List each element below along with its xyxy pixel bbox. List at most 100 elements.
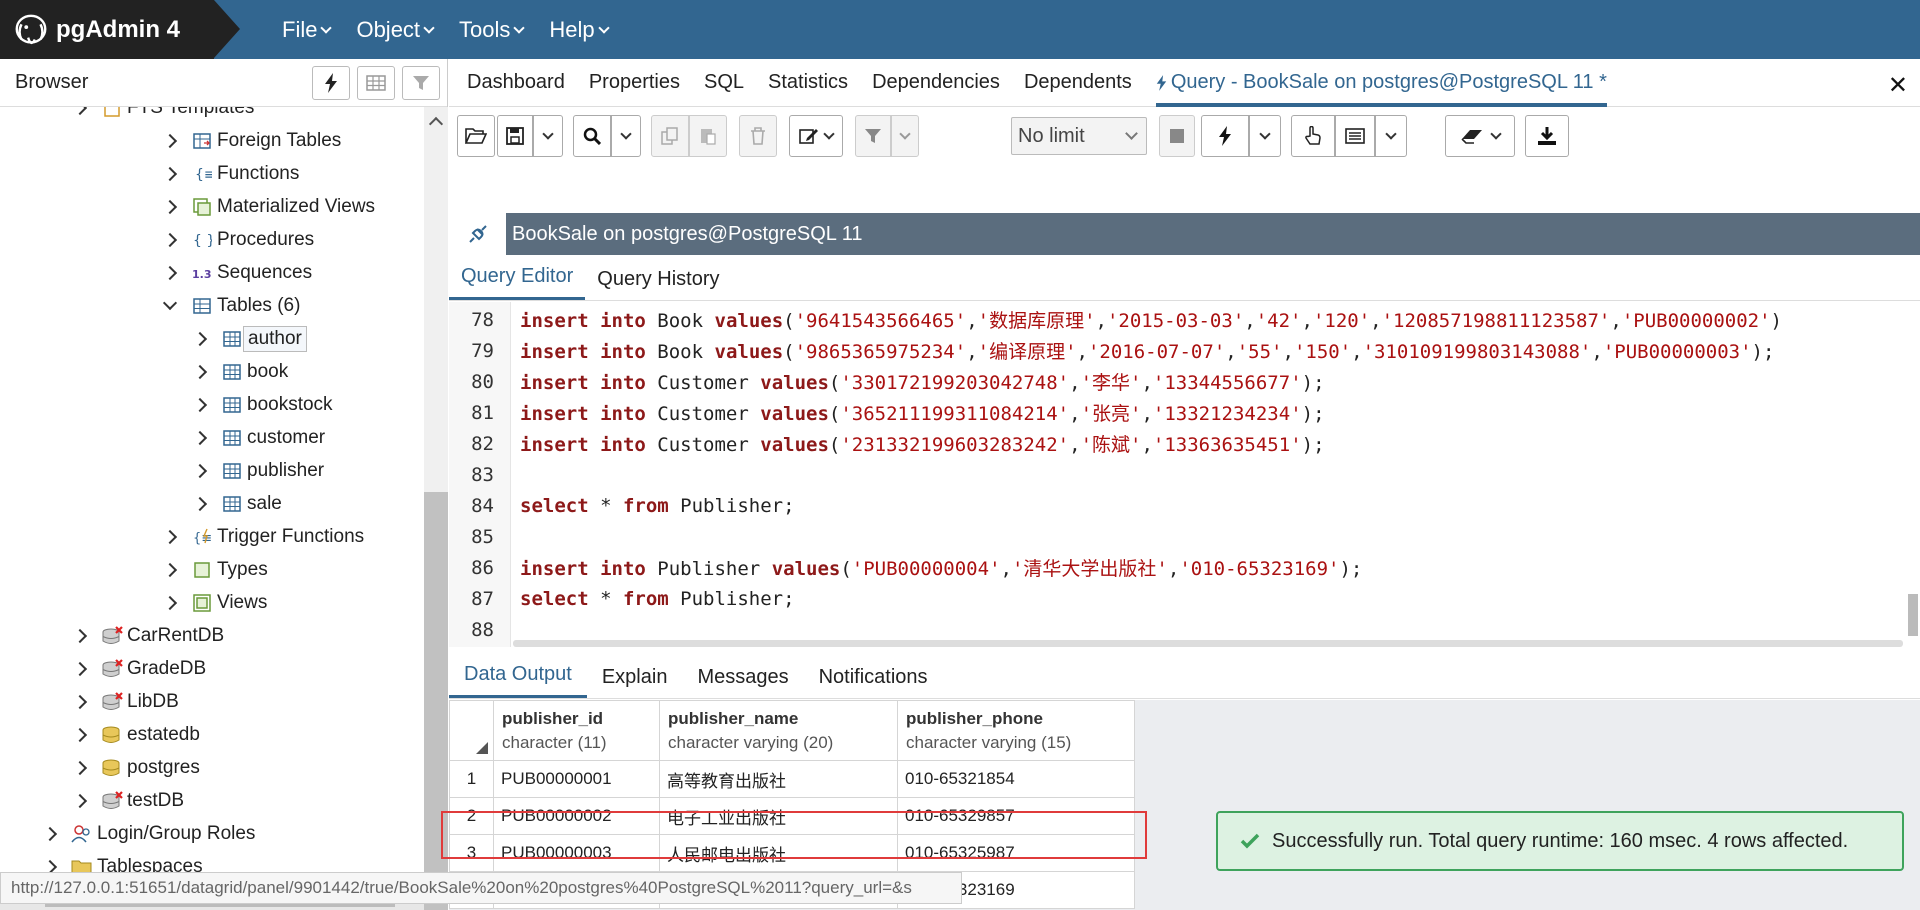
- tree-node[interactable]: author: [192, 322, 307, 355]
- code-line[interactable]: 86 insert into Publisher values('PUB00000…: [449, 552, 1889, 583]
- tree-node[interactable]: CarRentDB: [72, 619, 224, 652]
- open-file-button[interactable]: [457, 115, 495, 157]
- editor-vertical-scrollbar[interactable]: [1908, 594, 1918, 636]
- filter-options-dropdown[interactable]: [891, 115, 919, 157]
- cancel-query-button[interactable]: [1159, 115, 1195, 157]
- chevron-right-icon[interactable]: [72, 661, 88, 676]
- query-tool-button[interactable]: [312, 65, 350, 100]
- clear-button[interactable]: [1445, 115, 1515, 157]
- row-limit-select[interactable]: No limit: [1011, 117, 1147, 155]
- code-line[interactable]: 82 insert into Customer values('231332199…: [449, 428, 1889, 459]
- chevron-right-icon[interactable]: [162, 199, 178, 214]
- tab-explain[interactable]: Explain: [587, 666, 683, 698]
- code-line[interactable]: 87 select * from Publisher;: [449, 583, 1889, 614]
- tree-node[interactable]: customer: [192, 421, 325, 454]
- code-line[interactable]: 80 insert into Customer values('330172199…: [449, 366, 1889, 397]
- tree-node[interactable]: FTS Templates: [72, 107, 254, 124]
- explain-options-dropdown[interactable]: [1375, 115, 1407, 157]
- column-header[interactable]: publisher_name character varying (20): [659, 700, 898, 761]
- tree-node[interactable]: bookstock: [192, 388, 333, 421]
- chevron-right-icon[interactable]: [162, 133, 178, 148]
- tab-statistics[interactable]: Statistics: [768, 59, 848, 107]
- explain-button[interactable]: [1335, 115, 1375, 157]
- tree-node[interactable]: GradeDB: [72, 652, 206, 685]
- tree-node[interactable]: postgres: [72, 751, 200, 784]
- chevron-right-icon[interactable]: [162, 265, 178, 280]
- chevron-right-icon[interactable]: [192, 430, 208, 445]
- chevron-right-icon[interactable]: [192, 397, 208, 412]
- tab-dependents[interactable]: Dependents: [1024, 59, 1132, 107]
- code-line[interactable]: 81 insert into Customer values('365211199…: [449, 397, 1889, 428]
- tree-node[interactable]: {≡} Trigger Functions: [162, 520, 364, 553]
- table-cell[interactable]: PUB00000001: [493, 760, 660, 798]
- chevron-right-icon[interactable]: [72, 793, 88, 808]
- find-options-dropdown[interactable]: [611, 115, 641, 157]
- tree-node[interactable]: { } Procedures: [162, 223, 314, 256]
- tab-query-history[interactable]: Query History: [585, 268, 731, 300]
- close-tab-icon[interactable]: ✕: [1888, 71, 1908, 100]
- download-csv-button[interactable]: [1525, 115, 1569, 157]
- tree-node[interactable]: {≡} Functions: [162, 157, 299, 190]
- find-button[interactable]: [573, 115, 611, 157]
- tree-node[interactable]: Tables (6): [162, 289, 300, 322]
- chevron-right-icon[interactable]: [72, 628, 88, 643]
- tree-node[interactable]: LibDB: [72, 685, 179, 718]
- tree-node[interactable]: sale: [192, 487, 282, 520]
- execute-button[interactable]: [1201, 115, 1249, 157]
- menu-file[interactable]: File: [282, 17, 333, 43]
- tree-node[interactable]: Types: [162, 553, 268, 586]
- connection-status[interactable]: [449, 213, 506, 255]
- view-data-button[interactable]: [357, 65, 395, 100]
- chevron-right-icon[interactable]: [192, 496, 208, 511]
- column-header[interactable]: publisher_id character (11): [493, 700, 660, 761]
- save-file-button[interactable]: [497, 115, 533, 157]
- tab-properties[interactable]: Properties: [589, 59, 680, 107]
- code-line[interactable]: 79 insert into Book values('9865365975234…: [449, 335, 1889, 366]
- select-all-corner[interactable]: [449, 700, 494, 761]
- brand[interactable]: pgAdmin 4: [0, 0, 214, 59]
- chevron-right-icon[interactable]: [162, 166, 178, 181]
- table-cell[interactable]: 010-65321854: [897, 760, 1135, 798]
- paste-button[interactable]: [689, 115, 727, 157]
- chevron-right-icon[interactable]: [192, 463, 208, 478]
- edit-button[interactable]: [789, 115, 843, 157]
- menu-help[interactable]: Help: [549, 17, 610, 43]
- menu-object[interactable]: Object: [356, 17, 435, 43]
- commit-button[interactable]: [1291, 115, 1335, 157]
- code-line[interactable]: 83: [449, 459, 1889, 490]
- copy-button[interactable]: [651, 115, 689, 157]
- tree-node[interactable]: Materialized Views: [162, 190, 375, 223]
- tree-node[interactable]: estatedb: [72, 718, 200, 751]
- chevron-right-icon[interactable]: [162, 529, 178, 544]
- menu-tools[interactable]: Tools: [459, 17, 526, 43]
- chevron-right-icon[interactable]: [72, 727, 88, 742]
- tree-node[interactable]: Views: [162, 586, 267, 619]
- chevron-right-icon[interactable]: [192, 364, 208, 379]
- tree-node[interactable]: book: [192, 355, 288, 388]
- tab-messages[interactable]: Messages: [682, 666, 803, 698]
- chevron-right-icon[interactable]: [72, 694, 88, 709]
- tab-data-output[interactable]: Data Output: [449, 663, 587, 698]
- filter-button[interactable]: [855, 115, 891, 157]
- execute-options-dropdown[interactable]: [1249, 115, 1281, 157]
- save-options-dropdown[interactable]: [533, 115, 563, 157]
- code-line[interactable]: 78 insert into Book values('9641543566465…: [449, 304, 1889, 335]
- tree-node[interactable]: publisher: [192, 454, 324, 487]
- chevron-right-icon[interactable]: [192, 331, 208, 346]
- tree-node[interactable]: 1.3 Sequences: [162, 256, 312, 289]
- tab-dashboard[interactable]: Dashboard: [467, 59, 565, 107]
- scroll-up-icon[interactable]: [428, 116, 444, 132]
- chevron-down-icon[interactable]: [162, 295, 178, 311]
- code-line[interactable]: 88: [449, 614, 1889, 645]
- sql-editor[interactable]: 78 insert into Book values('9641543566465…: [449, 302, 1920, 647]
- filter-rows-button[interactable]: [402, 65, 440, 100]
- tab-query[interactable]: Query - BookSale on postgres@PostgreSQL …: [1155, 59, 1607, 107]
- chevron-right-icon[interactable]: [72, 760, 88, 775]
- chevron-right-icon[interactable]: [72, 107, 88, 115]
- browser-vertical-scrollbar[interactable]: [424, 107, 448, 910]
- success-notification[interactable]: Successfully run. Total query runtime: 1…: [1216, 811, 1904, 871]
- tree-node[interactable]: Login/Group Roles: [42, 817, 255, 850]
- tab-notifications[interactable]: Notifications: [804, 666, 943, 698]
- tree-node[interactable]: Foreign Tables: [162, 124, 341, 157]
- chevron-right-icon[interactable]: [162, 562, 178, 577]
